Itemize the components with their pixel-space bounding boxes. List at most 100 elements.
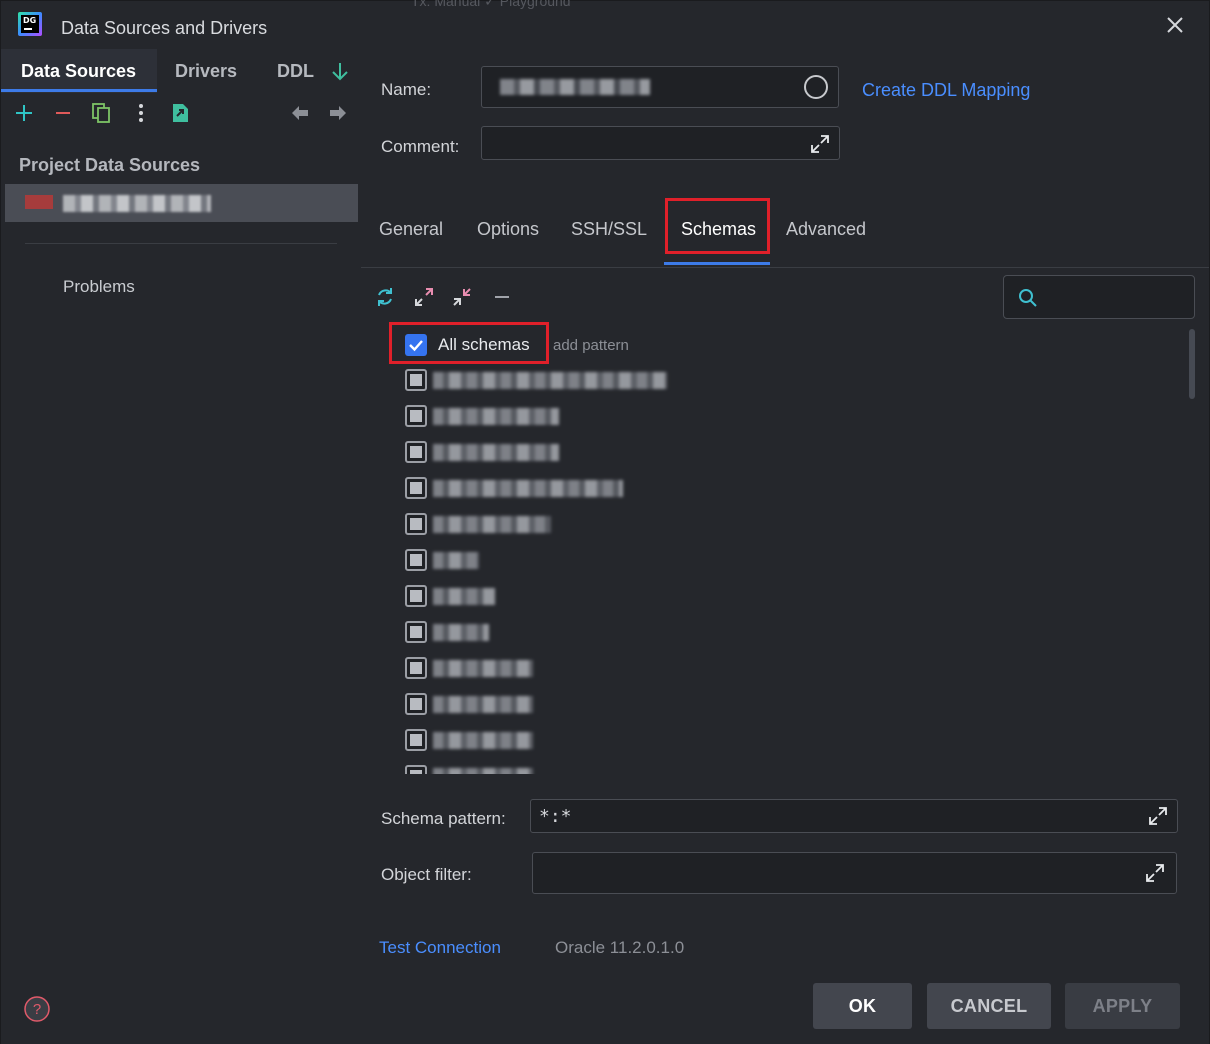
background-toolbar: Tx: Manual ✓ Playground xyxy=(411,0,571,9)
project-data-sources-heading: Project Data Sources xyxy=(19,155,201,175)
color-circle-icon[interactable] xyxy=(804,75,828,99)
name-field[interactable] xyxy=(481,66,839,108)
schema-list-scrollbar[interactable] xyxy=(1189,329,1195,399)
schema-checkbox[interactable] xyxy=(405,621,427,643)
duplicate-icon[interactable] xyxy=(90,101,112,125)
help-button[interactable]: ? xyxy=(23,995,51,1023)
schema-row[interactable] xyxy=(405,657,1005,681)
schema-pattern-field[interactable]: *:* xyxy=(530,799,1178,833)
tab-ssh-ssl[interactable]: SSH/SSL xyxy=(571,219,647,240)
schema-name-redacted xyxy=(433,444,559,461)
object-filter-label: Object filter: xyxy=(381,865,472,884)
schema-name-redacted xyxy=(433,624,489,641)
comment-label: Comment: xyxy=(381,137,460,156)
close-button[interactable] xyxy=(1163,13,1187,37)
left-panel: Data Sources Drivers DDL Project Data So… xyxy=(1,49,361,1044)
schema-checkbox[interactable] xyxy=(405,585,427,607)
schema-checkbox[interactable] xyxy=(405,405,427,427)
data-source-item[interactable] xyxy=(5,184,358,222)
schema-name-redacted xyxy=(433,372,667,389)
right-panel: Name: Create DDL Mapping Comment: Genera… xyxy=(361,49,1209,1044)
schema-search-input[interactable] xyxy=(1048,284,1188,310)
datagrip-logo-icon: DG xyxy=(18,12,42,36)
tab-data-sources[interactable]: Data Sources xyxy=(21,61,136,82)
schema-pattern-value: *:* xyxy=(539,806,572,827)
schema-row[interactable] xyxy=(405,513,1005,537)
problems-item[interactable]: Problems xyxy=(63,277,135,297)
settings-tabs: General Options SSH/SSL Schemas Advanced xyxy=(361,197,1209,269)
left-tabs: Data Sources Drivers DDL xyxy=(1,49,361,93)
import-icon[interactable] xyxy=(169,101,191,125)
left-toolbar xyxy=(1,97,361,131)
schema-row[interactable] xyxy=(405,369,1005,393)
add-icon[interactable] xyxy=(13,101,35,125)
schema-row[interactable] xyxy=(405,621,1005,645)
schema-checkbox[interactable] xyxy=(405,477,427,499)
back-icon[interactable] xyxy=(289,101,311,125)
schema-search-field[interactable] xyxy=(1003,275,1195,319)
search-icon xyxy=(1019,289,1037,307)
collapse-all-icon[interactable] xyxy=(450,285,474,309)
schema-name-redacted xyxy=(433,552,479,569)
driver-version: Oracle 11.2.0.1.0 xyxy=(555,938,685,957)
ok-button[interactable]: OK xyxy=(813,983,912,1029)
svg-text:?: ? xyxy=(33,1001,41,1018)
tab-ddl[interactable]: DDL xyxy=(277,61,314,82)
schema-row[interactable] xyxy=(405,693,1005,717)
schema-pattern-label: Schema pattern: xyxy=(381,809,506,828)
comment-field[interactable] xyxy=(481,126,840,160)
add-pattern-link[interactable]: add pattern xyxy=(553,337,629,354)
create-ddl-mapping-link[interactable]: Create DDL Mapping xyxy=(862,80,1030,101)
title-bar: DG Data Sources and Drivers Tx: Manual ✓… xyxy=(1,0,1209,49)
schema-checkbox[interactable] xyxy=(405,657,427,679)
schema-row[interactable] xyxy=(405,729,1005,753)
test-connection-link[interactable]: Test Connection xyxy=(379,938,501,958)
schema-checkbox[interactable] xyxy=(405,765,427,774)
schema-row[interactable] xyxy=(405,585,1005,609)
logo-text: DG xyxy=(23,16,37,25)
deselect-icon[interactable] xyxy=(490,285,514,309)
data-source-color-swatch xyxy=(25,195,53,209)
schema-checkbox[interactable] xyxy=(405,513,427,535)
tab-general[interactable]: General xyxy=(379,219,443,240)
apply-button[interactable]: APPLY xyxy=(1065,983,1180,1029)
remove-icon[interactable] xyxy=(52,101,74,125)
schema-checkbox[interactable] xyxy=(405,693,427,715)
schema-checkbox[interactable] xyxy=(405,369,427,391)
schema-name-redacted xyxy=(433,480,623,497)
schema-tree: All schemas add pattern xyxy=(361,321,1187,774)
schema-checkbox[interactable] xyxy=(405,441,427,463)
schema-checkbox[interactable] xyxy=(405,549,427,571)
schema-row[interactable] xyxy=(405,441,1005,465)
all-schemas-highlight xyxy=(389,322,549,364)
schemas-tab-highlight xyxy=(665,198,770,254)
more-icon[interactable] xyxy=(130,101,152,125)
tab-options[interactable]: Options xyxy=(477,219,539,240)
schema-name-redacted xyxy=(433,660,533,677)
tab-advanced[interactable]: Advanced xyxy=(786,219,866,240)
data-source-name-redacted xyxy=(63,195,211,212)
object-filter-expand-icon[interactable] xyxy=(1144,862,1166,884)
object-filter-field[interactable] xyxy=(532,852,1177,894)
expand-all-icon[interactable] xyxy=(412,285,436,309)
schema-name-redacted xyxy=(433,732,533,749)
forward-icon[interactable] xyxy=(327,101,349,125)
schema-row[interactable] xyxy=(405,405,1005,429)
schema-name-redacted xyxy=(433,516,551,533)
refresh-icon[interactable] xyxy=(373,285,397,309)
schema-row[interactable] xyxy=(405,765,1005,774)
expand-icon[interactable] xyxy=(809,133,831,155)
data-sources-dialog: DG Data Sources and Drivers Tx: Manual ✓… xyxy=(0,0,1210,1044)
schema-row[interactable] xyxy=(405,477,1005,501)
cancel-button[interactable]: CANCEL xyxy=(927,983,1051,1029)
name-value-redacted xyxy=(500,79,650,95)
schema-name-redacted xyxy=(433,408,559,425)
schema-name-redacted xyxy=(433,588,495,605)
tab-drivers[interactable]: Drivers xyxy=(175,61,237,82)
close-icon xyxy=(1167,17,1183,33)
schema-pattern-expand-icon[interactable] xyxy=(1147,805,1169,827)
schema-row[interactable] xyxy=(405,549,1005,573)
window-title: Data Sources and Drivers xyxy=(61,18,268,38)
download-arrow-icon[interactable] xyxy=(330,61,350,83)
schema-checkbox[interactable] xyxy=(405,729,427,751)
